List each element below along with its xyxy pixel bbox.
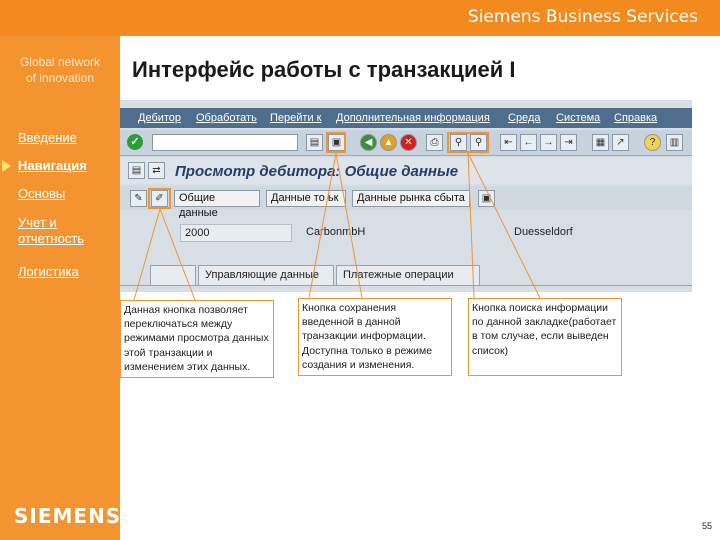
slide-number: 55	[701, 521, 712, 531]
save-callout: Кнопка сохранения введенной в данной тра…	[298, 298, 452, 376]
save-pointer-2	[335, 152, 363, 299]
edit-toggle-pointer-2	[159, 208, 196, 301]
find-pointer-2	[467, 152, 541, 299]
find-pointer	[467, 152, 475, 299]
find-callout: Кнопка поиска информации по данной закла…	[468, 298, 622, 376]
callout-pointer-lines	[133, 152, 541, 301]
edit-toggle-pointer	[133, 208, 161, 301]
save-pointer	[308, 152, 337, 299]
edit-toggle-callout: Данная кнопка позволяет переключаться ме…	[120, 300, 274, 378]
